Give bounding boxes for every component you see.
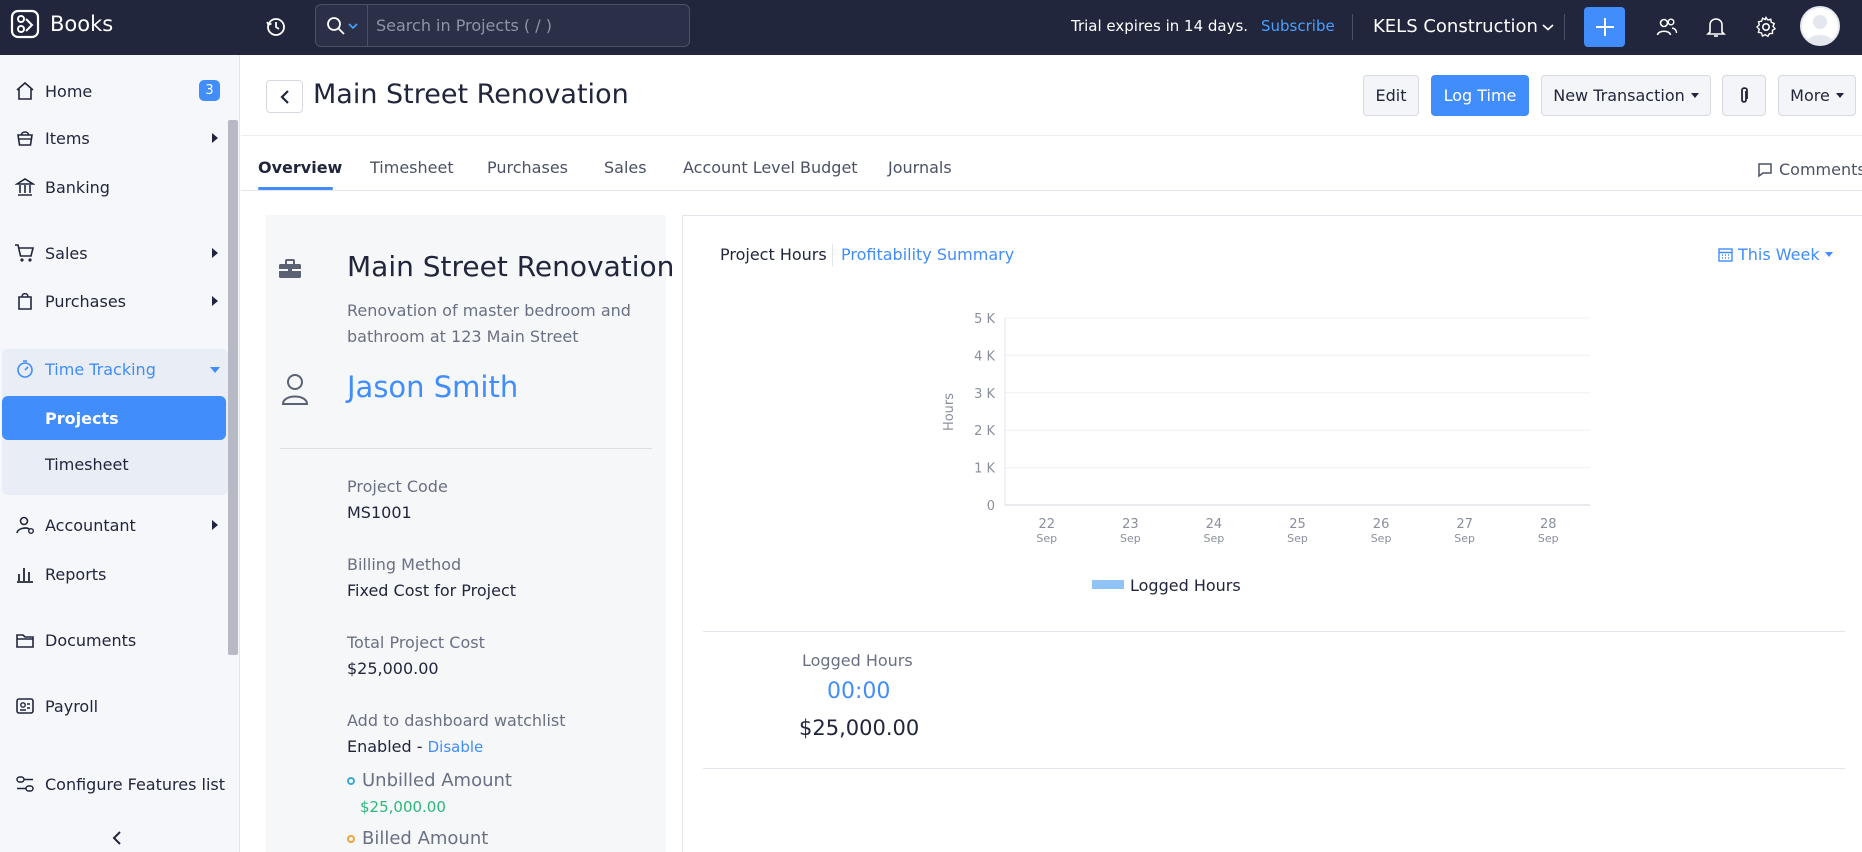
- y-tick-label: 3 K: [974, 387, 995, 402]
- x-tick-label: 28: [1540, 517, 1557, 532]
- logged-hours-value: 00:00: [827, 679, 891, 704]
- x-tick-label: 26: [1373, 517, 1390, 532]
- x-tick-sublabel: Sep: [1120, 532, 1141, 545]
- x-tick-label: 23: [1122, 517, 1139, 532]
- y-tick-label: 1 K: [974, 462, 995, 477]
- x-tick-label: 24: [1206, 517, 1223, 532]
- summary-divider: [703, 768, 1845, 769]
- logged-amount-value: $25,000.00: [799, 716, 920, 740]
- x-tick-sublabel: Sep: [1538, 532, 1559, 545]
- x-tick-sublabel: Sep: [1287, 532, 1308, 545]
- x-tick-sublabel: Sep: [1036, 532, 1057, 545]
- logged-hours-label: Logged Hours: [802, 651, 913, 670]
- project-hours-chart: 01 K2 K3 K4 K5 K 22Sep23Sep24Sep25Sep26S…: [942, 312, 1590, 595]
- y-tick-label: 0: [987, 499, 995, 514]
- y-tick-label: 5 K: [974, 312, 995, 327]
- y-tick-label: 4 K: [974, 349, 995, 364]
- x-tick-sublabel: Sep: [1371, 532, 1392, 545]
- legend-label: Logged Hours: [1130, 576, 1241, 595]
- chart-divider: [703, 631, 1845, 632]
- x-tick-label: 27: [1456, 517, 1473, 532]
- y-axis-label: Hours: [942, 393, 957, 431]
- y-tick-label: 2 K: [974, 424, 995, 439]
- x-tick-label: 22: [1039, 517, 1056, 532]
- x-tick-sublabel: Sep: [1204, 532, 1225, 545]
- legend-swatch: [1092, 580, 1124, 589]
- x-tick-label: 25: [1289, 517, 1306, 532]
- x-tick-sublabel: Sep: [1454, 532, 1475, 545]
